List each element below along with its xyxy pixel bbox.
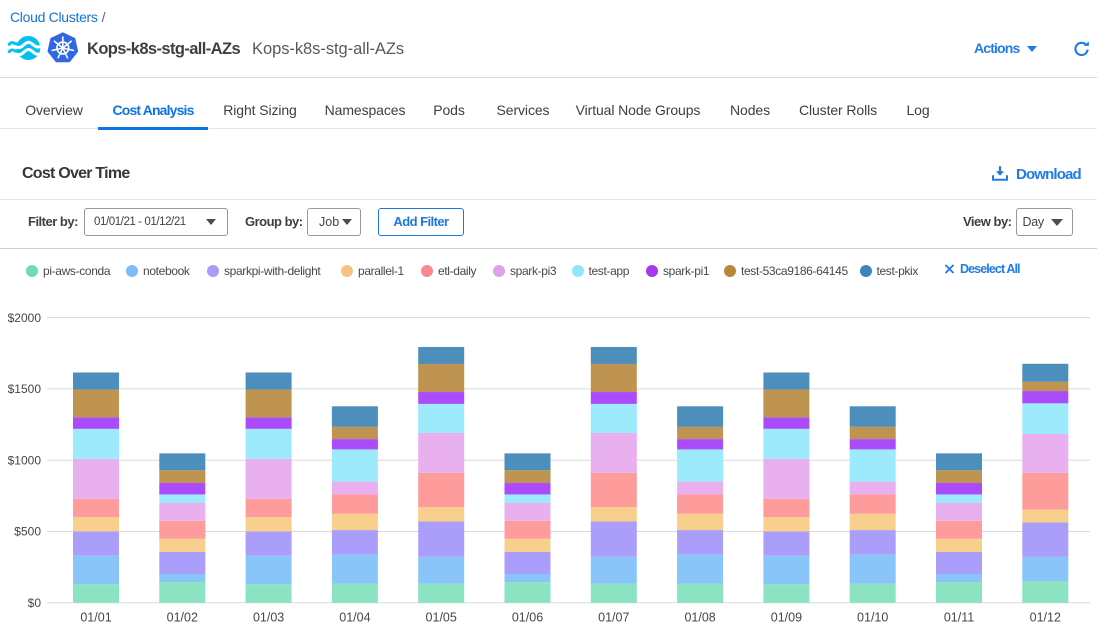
svg-text:01/02: 01/02 [167,611,198,625]
svg-text:01/11: 01/11 [944,611,974,625]
svg-text:01/03: 01/03 [253,611,284,625]
svg-text:01/10: 01/10 [857,611,888,625]
svg-text:01/04: 01/04 [339,611,370,625]
svg-text:01/08: 01/08 [684,611,715,625]
svg-text:$1500: $1500 [8,382,42,396]
svg-text:01/01: 01/01 [80,611,111,625]
svg-text:01/12: 01/12 [1030,611,1061,625]
svg-text:$500: $500 [14,525,41,539]
svg-text:01/06: 01/06 [512,611,543,625]
svg-text:$0: $0 [28,596,42,610]
svg-text:01/05: 01/05 [426,611,457,625]
svg-text:01/09: 01/09 [771,611,802,625]
svg-text:$2000: $2000 [8,311,42,325]
svg-text:$1000: $1000 [8,453,42,467]
svg-text:01/07: 01/07 [598,611,629,625]
